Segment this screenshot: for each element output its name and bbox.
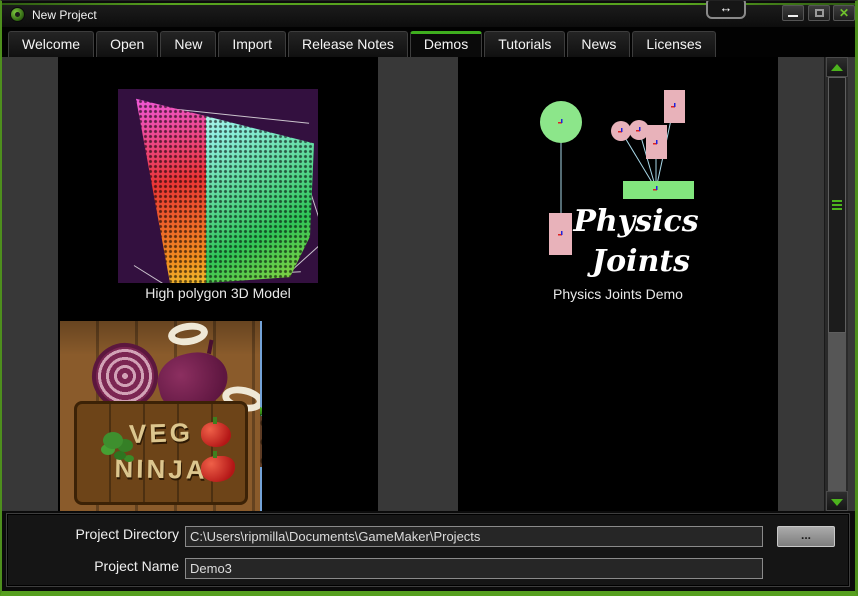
demos-grid: High polygon 3D Model xyxy=(2,57,855,511)
tab-new[interactable]: New xyxy=(160,31,216,57)
demo-thumbnail-physics-joints[interactable]: Physics Joints xyxy=(516,89,716,283)
physics-joints-art: Physics Joints xyxy=(516,89,716,283)
new-project-window: New Project ↔ ✕ Welcome Open New Import … xyxy=(0,0,858,596)
tab-open[interactable]: Open xyxy=(96,31,158,57)
scrollbar-thumb[interactable] xyxy=(828,77,846,333)
scrollbar-track[interactable] xyxy=(828,77,846,491)
left-right-arrow-icon: ↔ xyxy=(720,0,733,15)
window-title: New Project xyxy=(32,8,97,22)
veg-ninja-sign: VEG NINJA xyxy=(74,401,248,505)
tab-bar: Welcome Open New Import Release Notes De… xyxy=(2,27,855,57)
project-name-input[interactable] xyxy=(185,558,763,579)
scroll-down-arrow-icon xyxy=(831,499,843,506)
pepper-art xyxy=(201,422,231,447)
physics-title-line2: Joints xyxy=(587,244,690,279)
browse-button[interactable]: ... xyxy=(777,526,835,547)
tab-tutorials[interactable]: Tutorials xyxy=(484,31,565,57)
minimize-button[interactable] xyxy=(782,5,804,21)
demo-caption: Physics Joints Demo xyxy=(458,286,778,302)
tab-news[interactable]: News xyxy=(567,31,630,57)
project-form-panel: Project Directory ... Project Name xyxy=(6,513,850,587)
scroll-down-button[interactable] xyxy=(826,491,848,511)
demo-thumbnail-veg-ninja[interactable]: VEG NINJA xyxy=(60,321,260,511)
maximize-button[interactable] xyxy=(808,5,830,21)
minimize-icon xyxy=(788,15,798,17)
tab-demos[interactable]: Demos xyxy=(410,31,482,57)
tab-licenses[interactable]: Licenses xyxy=(632,31,715,57)
tab-release-notes[interactable]: Release Notes xyxy=(288,31,408,57)
project-name-label: Project Name xyxy=(7,558,179,574)
maximize-icon xyxy=(815,9,824,17)
project-directory-label: Project Directory xyxy=(7,526,179,542)
close-icon: ✕ xyxy=(834,6,854,20)
tab-import[interactable]: Import xyxy=(218,31,286,57)
physics-title-line1: Physics xyxy=(572,204,698,239)
gamemaker-gear-icon xyxy=(10,7,25,22)
scrollbar-grip-icon xyxy=(832,200,842,211)
scroll-up-arrow-icon xyxy=(831,64,843,71)
tab-welcome[interactable]: Welcome xyxy=(8,31,94,57)
demo-caption: High polygon 3D Model xyxy=(58,285,378,301)
onion-ring-art xyxy=(167,321,210,348)
broccoli-art xyxy=(103,432,123,449)
vertical-scrollbar[interactable] xyxy=(824,57,848,511)
swap-arrows-button[interactable]: ↔ xyxy=(706,0,746,19)
demo-thumbnail-high-polygon[interactable] xyxy=(118,89,318,283)
project-directory-input[interactable] xyxy=(185,526,763,547)
close-button[interactable]: ✕ xyxy=(833,5,855,21)
scroll-up-button[interactable] xyxy=(826,57,848,77)
